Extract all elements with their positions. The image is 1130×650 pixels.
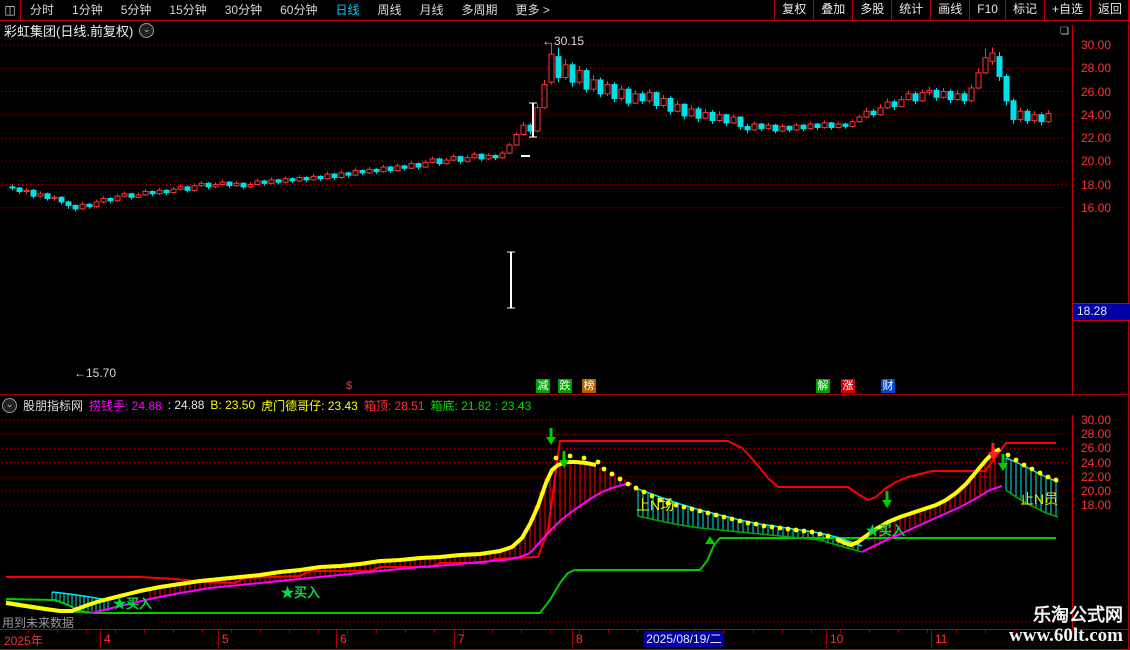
lower-axis-label: 22.00	[1081, 469, 1112, 484]
toolbar-button-返回[interactable]: 返回	[1089, 0, 1130, 20]
period-tab-1分钟[interactable]: 1分钟	[63, 0, 112, 20]
chevron-down-icon[interactable]: ⌄	[2, 397, 17, 413]
last-price-tag: 18.28	[1073, 303, 1130, 321]
toolbar-button-统计[interactable]: 统计	[891, 0, 930, 20]
layout-toggle-icon[interactable]: ❏	[1060, 26, 1069, 37]
month-label-7: 7	[458, 632, 465, 646]
window-right-border	[1128, 0, 1129, 650]
month-tick	[336, 630, 337, 648]
titlebar: 彩虹集团(日线.前复权) ⌄	[4, 22, 155, 39]
period-tab-月线[interactable]: 月线	[411, 0, 453, 20]
month-label-10: 10	[830, 632, 844, 646]
period-tab-更多 >[interactable]: 更多 >	[507, 0, 559, 20]
toolbar-button-标记[interactable]: 标记	[1004, 0, 1044, 20]
month-tick	[931, 630, 932, 648]
upper-axis-label: 24.00	[1081, 107, 1112, 122]
toolbar-button-叠加[interactable]: 叠加	[813, 0, 852, 20]
chevron-down-icon[interactable]: ⌄	[139, 22, 155, 38]
date-axis[interactable]: 2025年 2025/08/19/二 4 5 6 7 8 10 11	[0, 629, 1128, 650]
lower-price-axis: 30.00 28.00 26.00 24.00 22.00 20.00 18.00	[1072, 413, 1129, 628]
month-label-8: 8	[576, 632, 583, 646]
indicator-header: ⌄ 股朋指标网 捞钱手: 24.88 : 24.88 B: 23.50 虎门德哥仔: …	[2, 397, 531, 413]
toolbar: ◫ 分时 1分钟 5分钟 15分钟 30分钟 60分钟 日线 周线 月线 多周期 更多 > 复权 叠加…	[0, 0, 1130, 21]
panel-divider	[0, 394, 1128, 395]
month-label-4: 4	[104, 632, 111, 646]
period-tab-日线[interactable]: 日线	[326, 0, 368, 20]
toolbar-buttons: 复权 叠加 多股 统计 画线 F10 标记 +自选 返回	[774, 0, 1130, 20]
toolbar-button-画线[interactable]: 画线	[930, 0, 969, 20]
event-marker-减[interactable]: 减	[536, 379, 550, 393]
event-marker-榜[interactable]: 榜	[582, 379, 596, 393]
upper-axis-label: 18.00	[1081, 177, 1112, 192]
period-tab-15分钟[interactable]: 15分钟	[160, 0, 215, 20]
month-tick	[572, 630, 573, 648]
event-marker-$[interactable]: $	[342, 379, 356, 393]
period-tab-60分钟[interactable]: 60分钟	[271, 0, 326, 20]
month-tick	[218, 630, 219, 648]
toolbar-button-+自选[interactable]: +自选	[1043, 0, 1090, 20]
year-label: 2025年	[4, 634, 43, 648]
upper-price-axis: 30.00 28.00 26.00 24.00 22.00 20.00 18.00 16.00	[1072, 25, 1129, 394]
period-tabs: 分时 1分钟 5分钟 15分钟 30分钟 60分钟 日线 周线 月线 多周期 更多 >	[21, 0, 559, 20]
upper-axis-label: 28.00	[1081, 61, 1112, 76]
lower-axis-label: 28.00	[1081, 427, 1112, 442]
toolbar-button-F10[interactable]: F10	[969, 0, 1005, 20]
watermark-site-url: www.60lt.com	[1009, 625, 1123, 646]
lower-axis-label: 30.00	[1081, 413, 1112, 427]
indicator-source[interactable]: 股朋指标网	[23, 397, 83, 414]
upper-axis-label: 22.00	[1081, 131, 1112, 145]
lower-axis-label: 20.00	[1081, 484, 1112, 498]
indicator-value: 箱底: 21.82 : 23.43	[430, 398, 532, 413]
event-marker-涨[interactable]: 涨	[841, 379, 855, 393]
period-tab-5分钟[interactable]: 5分钟	[112, 0, 161, 20]
toolbar-button-复权[interactable]: 复权	[774, 0, 813, 20]
buy-signal-label: ★买入	[281, 585, 321, 600]
period-tab-多周期[interactable]: 多周期	[453, 0, 507, 20]
lower-axis-label: 26.00	[1081, 441, 1112, 456]
indicator-value: 虎门德哥仔: 23.43	[261, 398, 358, 413]
upper-axis-label: 16.00	[1081, 200, 1112, 215]
week-ticks	[0, 630, 1128, 633]
window-icon[interactable]: ◫	[0, 0, 21, 20]
upper-axis-label: 30.00	[1081, 38, 1112, 52]
indicator-annotation: 上N场	[636, 497, 675, 513]
buy-signal-label: ★买入	[113, 596, 153, 611]
event-marker-跌[interactable]: 跌	[558, 379, 572, 393]
period-tab-30分钟[interactable]: 30分钟	[216, 0, 271, 20]
month-tick	[100, 630, 101, 648]
watermark-site-name: 乐淘公式网	[1033, 605, 1123, 625]
upper-axis-label: 20.00	[1081, 154, 1112, 169]
future-data-note: 用到未来数据	[2, 616, 75, 630]
month-label-5: 5	[222, 632, 229, 646]
toolbar-button-多股[interactable]: 多股	[852, 0, 891, 20]
kline-chart-canvas[interactable]	[0, 0, 1130, 650]
indicator-value: 箱顶: 28.51	[363, 398, 425, 413]
event-marker-解[interactable]: 解	[816, 379, 830, 393]
low-price-annotation: ←15.70	[74, 366, 117, 380]
selected-date-tag: 2025/08/19/二	[644, 631, 724, 647]
month-label-11: 11	[935, 632, 948, 646]
event-marker-财[interactable]: 财	[881, 379, 895, 393]
indicator-value: 捞钱手: 24.88	[89, 398, 162, 413]
month-tick	[826, 630, 827, 648]
indicator-annotation: 止N员	[1020, 491, 1059, 507]
chart-title: 彩虹集团(日线.前复权)	[4, 23, 134, 39]
trading-app-window: ◫ 分时 1分钟 5分钟 15分钟 30分钟 60分钟 日线 周线 月线 多周期 更多 > 复权 叠加…	[0, 0, 1130, 650]
month-label-6: 6	[340, 632, 347, 646]
month-tick	[454, 630, 455, 648]
period-tab-周线[interactable]: 周线	[368, 0, 410, 20]
lower-axis-label: 18.00	[1081, 498, 1112, 513]
period-tab-分时[interactable]: 分时	[21, 0, 63, 20]
upper-axis-label: 26.00	[1081, 84, 1112, 99]
indicator-value: : 24.88	[167, 398, 205, 412]
buy-signal-label: ★买入	[866, 523, 906, 538]
lower-axis-label: 24.00	[1081, 455, 1112, 470]
indicator-value: B: 23.50	[210, 398, 256, 412]
high-price-annotation: ←30.15	[542, 34, 585, 48]
